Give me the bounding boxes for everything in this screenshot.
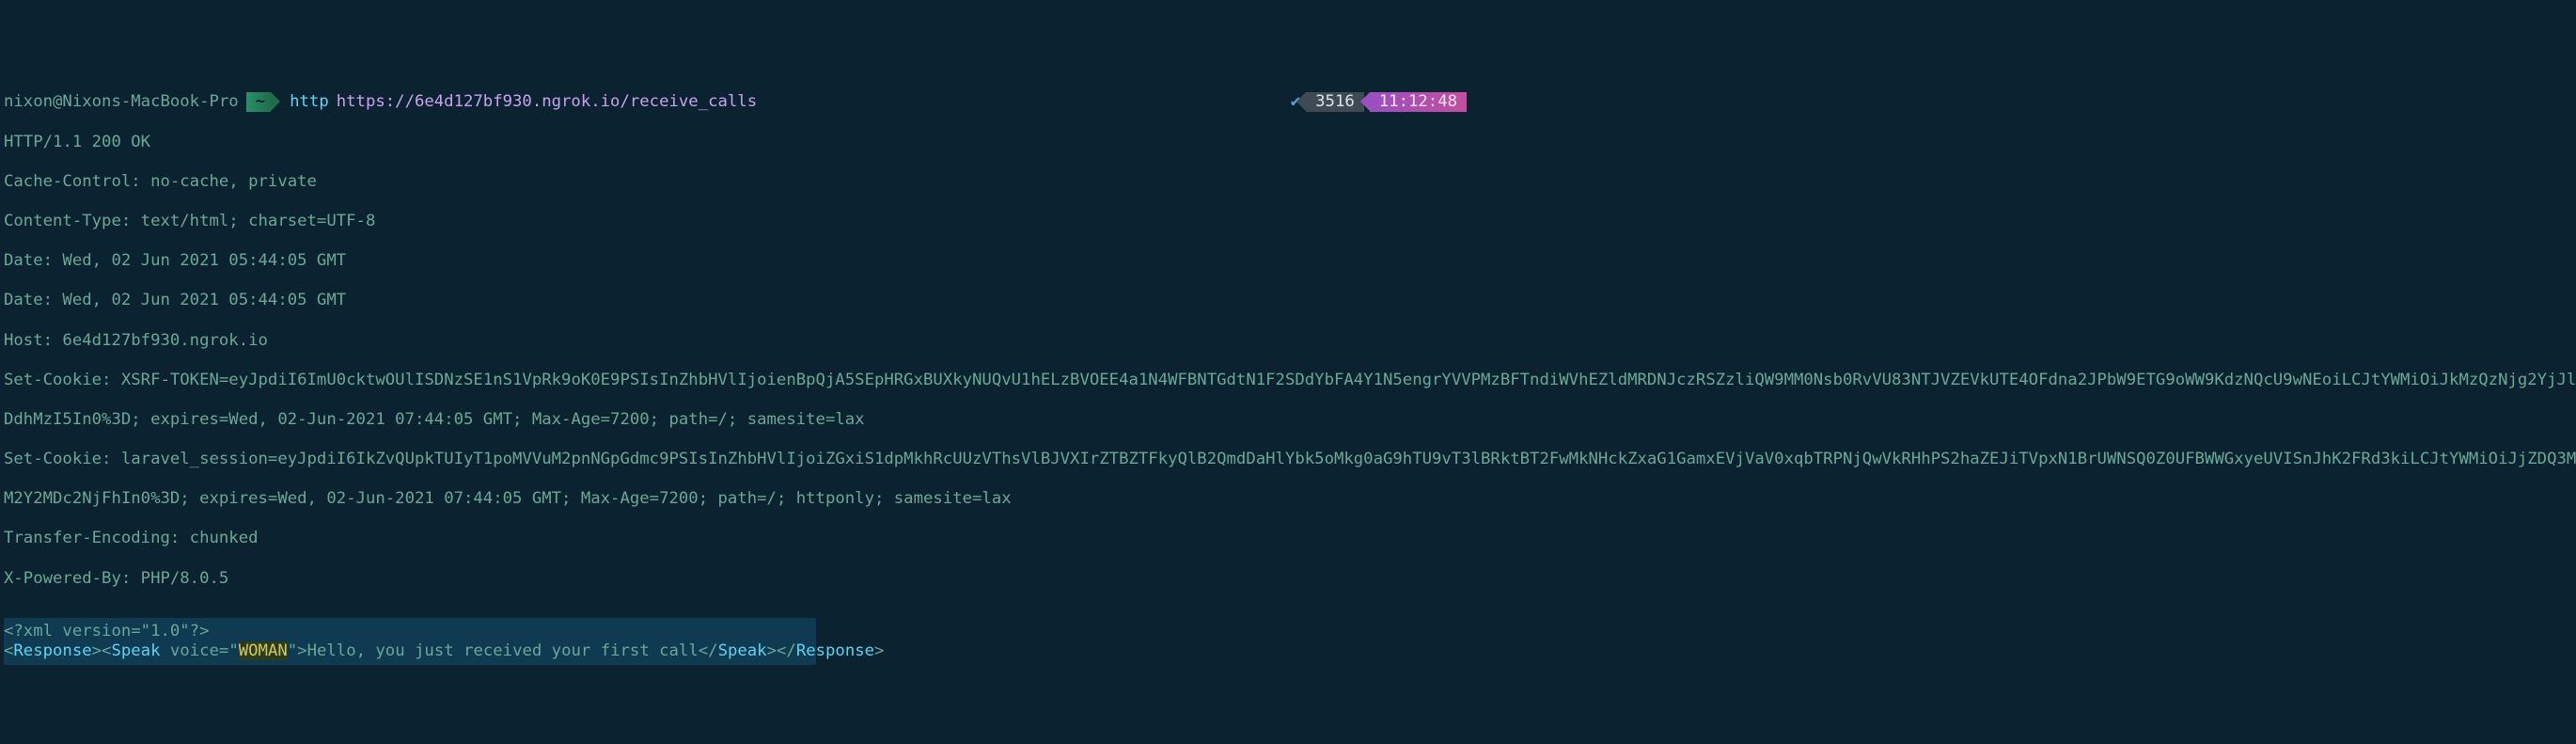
http-header: Date: Wed, 02 Jun 2021 05:44:05 GMT xyxy=(4,251,1472,271)
cwd-text: ~ xyxy=(256,92,265,112)
cwd-segment: ~ xyxy=(246,92,271,112)
xml-speak-open: Speak xyxy=(111,641,160,660)
http-header: Set-Cookie: laravel_session=eyJpdiI6IkZv… xyxy=(4,450,1472,469)
prompt-line[interactable]: nixon@Nixons-MacBook-Pro ~ http https://… xyxy=(4,92,1472,112)
http-header: Cache-Control: no-cache, private xyxy=(4,172,1472,192)
xml-speak-close: Speak xyxy=(718,641,767,660)
http-header: DdhMzI5In0%3D; expires=Wed, 02-Jun-2021 … xyxy=(4,410,1472,430)
command-arg: https://6e4d127bf930.ngrok.io/receive_ca… xyxy=(337,92,757,112)
xml-text-content: Hello, you just received your first call xyxy=(307,641,699,660)
xml-voice-value: WOMAN xyxy=(239,641,288,660)
status-jobs: 3516 xyxy=(1315,92,1355,112)
http-header: Transfer-Encoding: chunked xyxy=(4,529,1472,548)
http-header: X-Powered-By: PHP/8.0.5 xyxy=(4,569,1472,589)
status-jobs-pill: 3516 xyxy=(1306,92,1364,112)
command: http xyxy=(290,92,329,112)
http-header: M2Y2MDc2NjFhIn0%3D; expires=Wed, 02-Jun-… xyxy=(4,489,1472,509)
xml-root-open: Response xyxy=(13,641,91,660)
status-right: ✔ 3516 11:12:48 xyxy=(1291,92,1472,112)
xml-voice-attr: voice xyxy=(170,641,219,660)
http-header: Set-Cookie: XSRF-TOKEN=eyJpdiI6ImU0cktwO… xyxy=(4,371,1472,390)
http-status-line: HTTP/1.1 200 OK xyxy=(4,133,1472,152)
status-clock-pill: 11:12:48 xyxy=(1370,92,1467,112)
http-header: Host: 6e4d127bf930.ngrok.io xyxy=(4,331,1472,351)
http-header: Content-Type: text/html; charset=UTF-8 xyxy=(4,212,1472,231)
http-header: Date: Wed, 02 Jun 2021 05:44:05 GMT xyxy=(4,291,1472,310)
xml-root-close: Response xyxy=(796,641,874,660)
xml-declaration: <?xml version="1.0"?> xyxy=(4,622,210,641)
http-body-xml: <?xml version="1.0"?> <Response><Speak v… xyxy=(4,618,816,665)
status-clock: 11:12:48 xyxy=(1379,92,1457,112)
prompt-user-host: nixon@Nixons-MacBook-Pro xyxy=(4,92,246,112)
